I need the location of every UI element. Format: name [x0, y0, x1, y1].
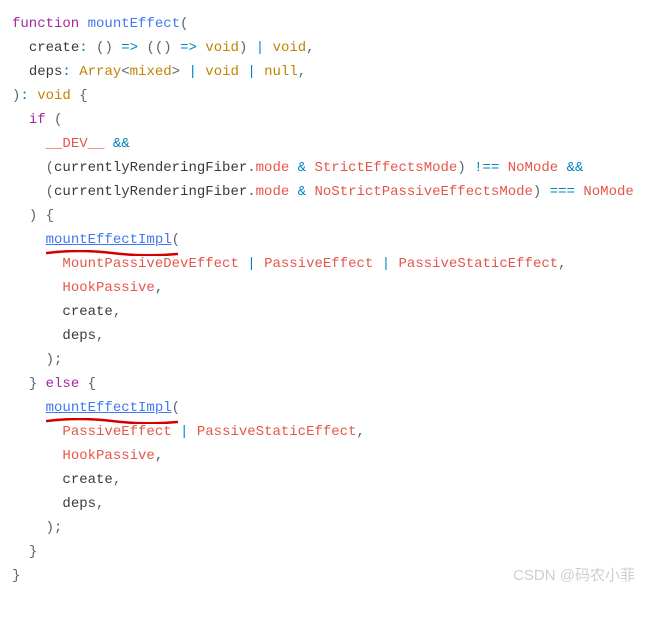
arg: PassiveStaticEffect [399, 256, 559, 272]
arg: PassiveEffect [264, 256, 373, 272]
return-void: void [37, 88, 71, 104]
paren: ( [180, 16, 188, 32]
op-neq: !== [474, 160, 499, 176]
watermark: CSDN @码农小菲 [513, 564, 635, 588]
keyword-else: else [46, 376, 80, 392]
type-void: void [273, 40, 307, 56]
op-eqeq: === [550, 184, 575, 200]
call-mountEffectImpl: mountEffectImpl [46, 396, 172, 420]
arg: HookPassive [62, 280, 154, 296]
arg: PassiveStaticEffect [197, 424, 357, 440]
op-and: && [567, 160, 584, 176]
prop-mode: mode [256, 160, 290, 176]
dev-const: __DEV__ [46, 136, 105, 152]
type-mixed: mixed [130, 64, 172, 80]
arg: HookPassive [62, 448, 154, 464]
op-bitand: & [298, 160, 306, 176]
const-nomode: NoMode [508, 160, 558, 176]
code-block: function mountEffect( create: () => (() … [12, 12, 651, 588]
op-and: && [113, 136, 130, 152]
arg: MountPassiveDevEffect [62, 256, 238, 272]
arg: create [62, 304, 112, 320]
param-deps: deps [29, 64, 63, 80]
ident-fiber: currentlyRenderingFiber [54, 184, 247, 200]
arg: deps [62, 496, 96, 512]
arg: PassiveEffect [62, 424, 171, 440]
keyword-if: if [29, 112, 46, 128]
op-bitand: & [298, 184, 306, 200]
type-void: void [205, 40, 239, 56]
keyword-function: function [12, 16, 79, 32]
const-nomode: NoMode [583, 184, 633, 200]
type-array: Array [79, 64, 121, 80]
call-mountEffectImpl: mountEffectImpl [46, 228, 172, 252]
const-strict: StrictEffectsMode [314, 160, 457, 176]
prop-mode: mode [256, 184, 290, 200]
fn-name: mountEffect [88, 16, 180, 32]
const-nostrict: NoStrictPassiveEffectsMode [314, 184, 532, 200]
arg: deps [62, 328, 96, 344]
type-null: null [264, 64, 298, 80]
arg: create [62, 472, 112, 488]
type-void: void [205, 64, 239, 80]
param-create: create [29, 40, 79, 56]
ident-fiber: currentlyRenderingFiber [54, 160, 247, 176]
op-or: | [256, 40, 264, 56]
